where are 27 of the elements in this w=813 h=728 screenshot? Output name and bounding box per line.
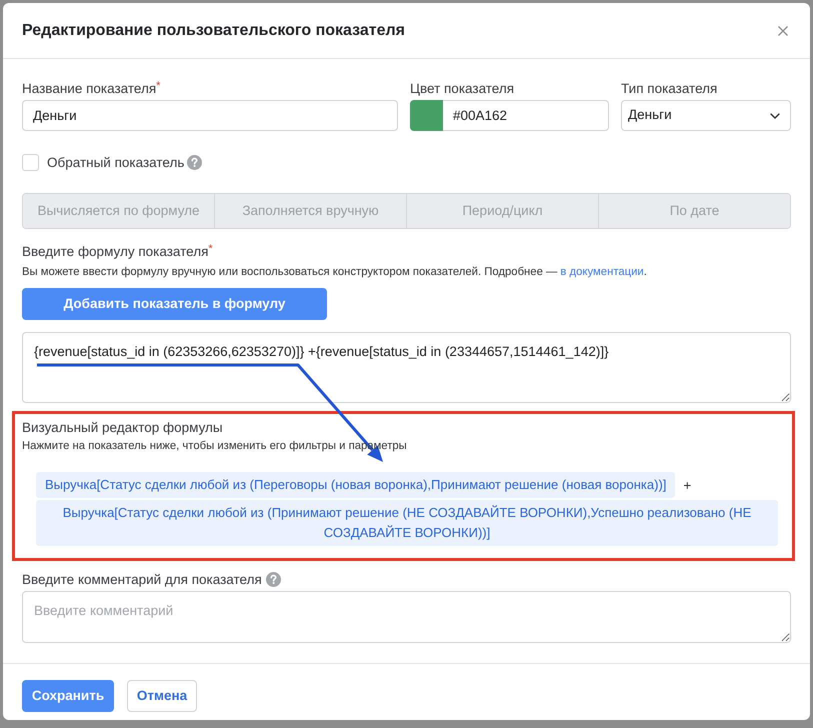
help-icon[interactable] (187, 154, 202, 170)
checkbox[interactable] (22, 154, 39, 170)
cancel-button[interactable]: Отмена (127, 680, 197, 712)
checkbox-label: Обратный показатель (47, 154, 184, 170)
comment-textarea[interactable]: Введите комментарий (22, 591, 791, 643)
add-metric-button[interactable]: Добавить показатель в формулу (22, 288, 327, 320)
field-label: Введите комментарий для показателя (22, 571, 262, 588)
save-button[interactable]: Сохранить (22, 680, 114, 712)
documentation-link[interactable]: в документации (560, 266, 644, 278)
field-label: Введите формулу показателя$^{*}$ (22, 243, 214, 260)
dialog-title: Редактирование пользовательского показателя (22, 21, 405, 41)
section-title: Визуальный редактор формулы (22, 419, 224, 436)
field-label: Тип показателя (621, 80, 718, 97)
help-icon[interactable] (266, 572, 281, 587)
help-text: Вы можете ввести формулу вручную или воспользоваться конструктором показателей. Подробнее — в документации. (22, 265, 648, 280)
color-input[interactable]: #00A162 (443, 100, 609, 131)
chevron-down-icon (770, 113, 780, 119)
formula-metric-chip[interactable]: Выручка[Статус сделки любой из (Переговоры (новая воронка),Принимают решение (новая воронка))] (36, 472, 676, 498)
field-label: Название показателя$^{*}$ (22, 80, 162, 97)
close-icon[interactable] (778, 26, 788, 36)
type-select[interactable]: Деньги (621, 100, 791, 131)
formula-textarea[interactable]: {revenue[status_id in (62353266,62353270)]} +{revenue[status_id in (23344657,1514461_142)]} (22, 332, 791, 403)
formula-metric-chip[interactable]: Выручка[Статус сделки любой из (Принимают решение (НЕ СОЗДАВАЙТЕ ВОРОНКИ),Успешно реализовано (НЕ СОЗДАВАЙТЕ ВОРОНКИ))] (36, 500, 778, 546)
field-label: Цвет показателя (410, 80, 516, 97)
name-input[interactable]: Деньги (22, 100, 398, 131)
operator-sign: + (683, 476, 692, 494)
color-swatch-icon[interactable] (410, 100, 443, 131)
